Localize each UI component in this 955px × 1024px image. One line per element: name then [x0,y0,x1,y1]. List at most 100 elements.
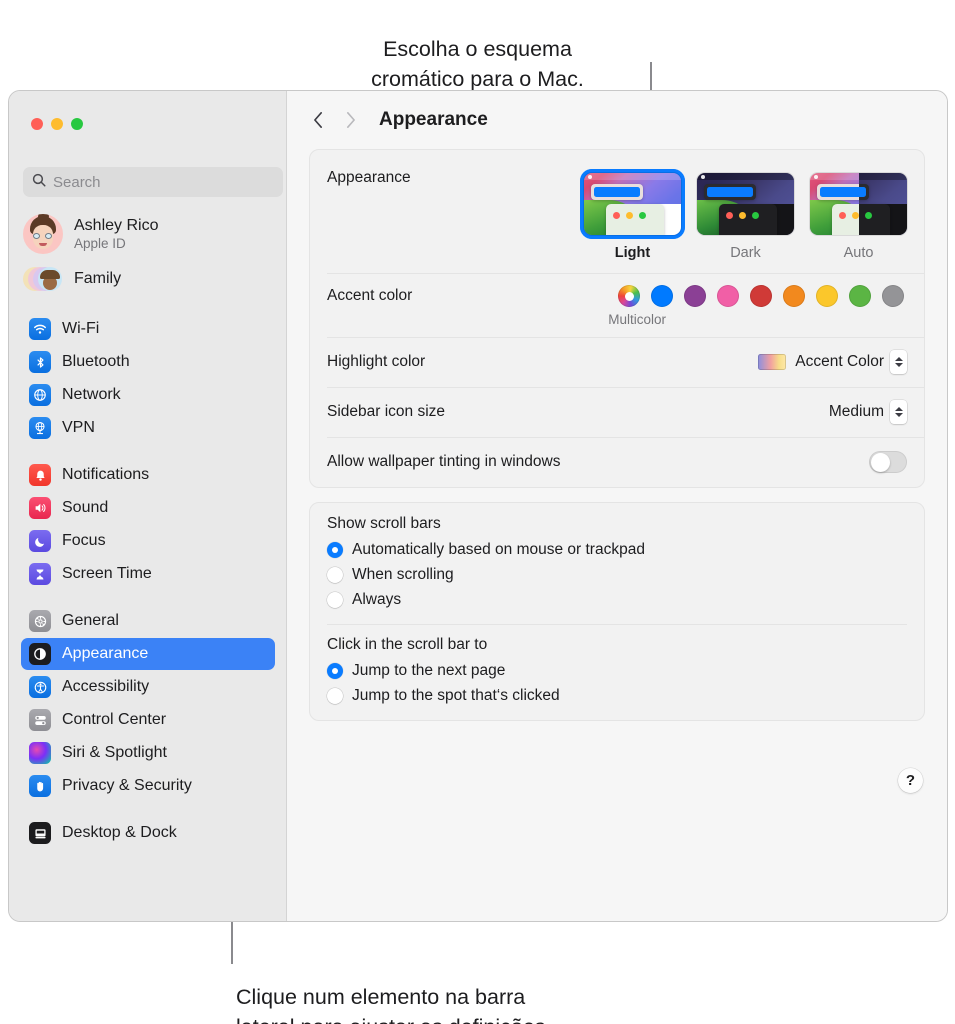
sidebar-item-family[interactable]: Family [9,261,286,297]
search-field[interactable] [23,167,283,197]
close-button[interactable] [31,118,43,130]
appearance-option-dark[interactable]: Dark [697,169,794,261]
accent-swatch-blue[interactable] [651,285,673,307]
sidebar-item-wifi[interactable]: Wi-Fi [21,313,275,345]
highlight-color-popup-button[interactable] [890,350,907,374]
sidebar-icon-size-value: Medium [828,403,884,420]
bell-icon [29,464,51,486]
sidebar-list: Ashley Rico Apple ID Family Wi-Fi Blueto… [9,209,286,850]
sidebar-item-privacy-security[interactable]: Privacy & Security [21,770,275,802]
page-title: Appearance [379,109,488,130]
chevron-down-icon [894,363,903,367]
accent-swatch-orange[interactable] [783,285,805,307]
accent-swatch-purple[interactable] [684,285,706,307]
appearance-icon [29,643,51,665]
callout-top: Escolha o esquema cromático para o Mac. [0,4,955,94]
vpn-icon [29,417,51,439]
wallpaper-tinting-row: Allow wallpaper tinting in windows [310,437,924,487]
hourglass-icon [29,563,51,585]
sidebar-item-label: VPN [62,419,95,436]
system-settings-window: Ashley Rico Apple ID Family [8,90,948,922]
sidebar-item-apple-id[interactable]: Ashley Rico Apple ID [9,209,286,259]
sidebar-item-desktop-dock[interactable]: Desktop & Dock [21,817,275,849]
back-icon[interactable] [309,107,327,133]
screenshot-root: Escolha o esquema cromático para o Mac. … [0,0,955,1024]
accent-swatch-graphite[interactable] [882,285,904,307]
minimize-button[interactable] [51,118,63,130]
scroll-bars-option-when-scrolling[interactable]: When scrolling [327,562,907,587]
highlight-color-value: Accent Color [795,353,884,370]
sidebar-item-bluetooth[interactable]: Bluetooth [21,346,275,378]
accent-color-swatches [618,285,907,307]
radio-button[interactable] [327,591,343,608]
moon-icon [29,530,51,552]
appearance-settings-card: Appearance Light Dark Auto Accent color … [309,149,925,488]
appearance-option-light[interactable]: Light [580,169,685,261]
appearance-option-auto[interactable]: Auto [810,169,907,261]
sidebar-item-label: Notifications [62,466,150,483]
callout-top-text: Escolha o esquema cromático para o Mac. [371,37,584,91]
accent-swatch-red[interactable] [750,285,772,307]
help-button[interactable]: ? [898,768,923,793]
sidebar-item-focus[interactable]: Focus [21,525,275,557]
sidebar-item-control-center[interactable]: Control Center [21,704,275,736]
radio-button[interactable] [327,687,343,704]
auto-theme-thumbnail [810,173,907,235]
account-name: Ashley Rico [74,217,159,234]
siri-icon [29,742,51,764]
sidebar-item-label: Bluetooth [62,353,130,370]
sidebar-item-label: Screen Time [62,565,152,582]
radio-label: Jump to the spot that‘s clicked [352,686,560,704]
scroll-click-option-next-page[interactable]: Jump to the next page [327,658,907,683]
radio-button[interactable] [327,662,343,679]
sidebar-item-general[interactable]: General [21,605,275,637]
appearance-row-label: Appearance [327,169,411,186]
radio-button[interactable] [327,566,343,583]
wallpaper-tinting-row-label: Allow wallpaper tinting in windows [327,453,561,470]
appearance-option-label: Light [614,245,651,261]
radio-label: Automatically based on mouse or trackpad [352,540,645,558]
sidebar-item-sound[interactable]: Sound [21,492,275,524]
sidebar-item-vpn[interactable]: VPN [21,412,275,444]
account-subtitle: Apple ID [74,236,126,251]
main-header: Appearance [287,91,947,149]
callout-bottom: Clique num elemento na barra lateral par… [236,952,552,1024]
sidebar-item-notifications[interactable]: Notifications [21,459,275,491]
accent-swatch-yellow[interactable] [816,285,838,307]
show-scroll-bars-title: Show scroll bars [327,515,441,532]
sidebar-icon-size-row: Sidebar icon size Medium [310,387,924,437]
sidebar-item-accessibility[interactable]: Accessibility [21,671,275,703]
sidebar-item-label: Control Center [62,711,167,728]
sidebar-item-label: Accessibility [62,678,150,695]
highlight-color-row-label: Highlight color [327,353,426,370]
forward-icon[interactable] [341,107,359,133]
accent-swatch-green[interactable] [849,285,871,307]
avatar [23,214,63,254]
radio-label: When scrolling [352,565,454,583]
gear-icon [29,610,51,632]
radio-label: Jump to the next page [352,661,506,679]
sidebar-item-screen-time[interactable]: Screen Time [21,558,275,590]
dark-theme-thumbnail [697,173,794,235]
zoom-button[interactable] [71,118,83,130]
chevron-down-icon [894,413,903,417]
sidebar-item-network[interactable]: Network [21,379,275,411]
search-input[interactable] [53,173,274,191]
sidebar-icon-size-popup-button[interactable] [890,400,907,424]
radio-button[interactable] [327,541,343,558]
sidebar-item-label: Desktop & Dock [62,824,177,841]
network-icon [29,384,51,406]
wallpaper-tinting-toggle[interactable] [869,451,907,473]
scroll-bars-option-always[interactable]: Always [327,587,907,612]
sidebar-item-label: General [62,612,119,629]
sidebar-item-appearance[interactable]: Appearance [21,638,275,670]
accent-swatch-multicolor[interactable] [618,285,640,307]
sidebar-item-label: Appearance [62,645,149,662]
accent-swatch-pink[interactable] [717,285,739,307]
sidebar: Ashley Rico Apple ID Family [9,91,287,921]
scroll-bars-option-automatic[interactable]: Automatically based on mouse or trackpad [327,537,907,562]
sidebar-item-siri-spotlight[interactable]: Siri & Spotlight [21,737,275,769]
search-icon [32,173,46,192]
scroll-click-option-spot-clicked[interactable]: Jump to the spot that‘s clicked [327,683,907,708]
highlight-color-swatch [758,354,787,370]
